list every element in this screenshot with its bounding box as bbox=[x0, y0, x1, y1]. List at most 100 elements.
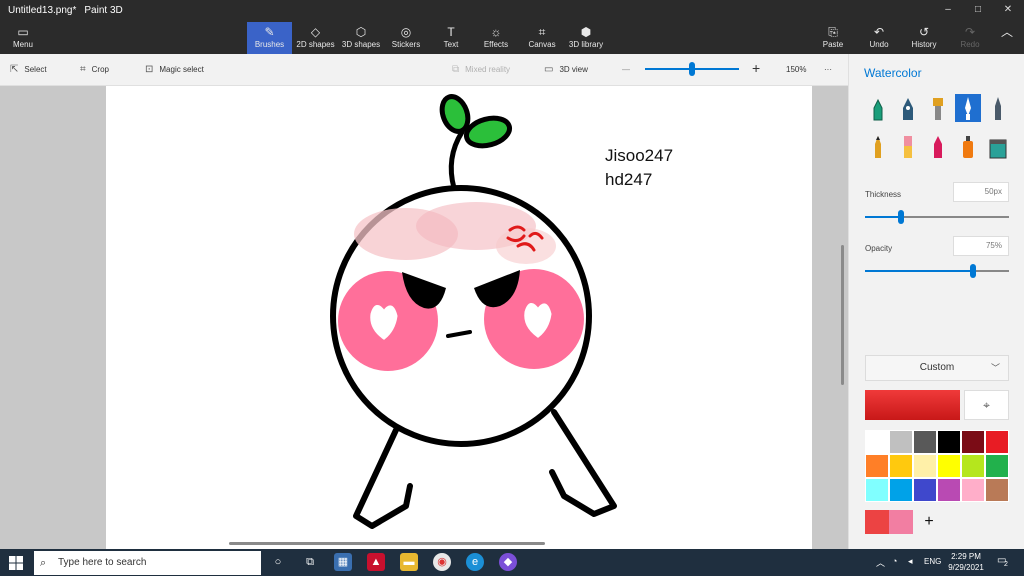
file-explorer-icon[interactable]: ▬ bbox=[400, 553, 418, 571]
more-options-button[interactable]: ··· bbox=[824, 64, 832, 76]
palette-swatch[interactable] bbox=[913, 430, 937, 454]
tab-text[interactable]: T Text bbox=[436, 22, 466, 54]
cortana-icon[interactable]: ○ bbox=[269, 553, 287, 571]
watercolor-tool[interactable] bbox=[955, 94, 981, 122]
minimize-button[interactable]: – bbox=[940, 3, 956, 17]
spray-can-tool[interactable] bbox=[955, 132, 981, 160]
pencil-tool[interactable] bbox=[985, 94, 1011, 122]
palette-swatch[interactable] bbox=[961, 478, 985, 502]
selected-color-swatch[interactable] bbox=[865, 390, 960, 420]
drawing-canvas[interactable] bbox=[106, 86, 812, 549]
crop-tool[interactable]: ⌗ Crop bbox=[80, 64, 109, 76]
app-name: Paint 3D bbox=[84, 5, 123, 16]
redo-button[interactable]: ↷ Redo bbox=[955, 22, 985, 54]
clock[interactable]: 2:29 PM 9/29/2021 bbox=[944, 551, 988, 573]
crayon-tool[interactable] bbox=[925, 132, 951, 160]
magic-select-tool[interactable]: ⊡ Magic select bbox=[145, 64, 204, 76]
undo-button[interactable]: ↶ Undo bbox=[864, 22, 894, 54]
opacity-slider-thumb[interactable] bbox=[970, 264, 976, 278]
opacity-label: Opacity bbox=[865, 244, 893, 253]
eraser-tool[interactable] bbox=[895, 132, 921, 160]
canvas-workspace bbox=[0, 86, 848, 549]
palette-swatch[interactable] bbox=[865, 478, 889, 502]
tab-stickers[interactable]: ◎ Stickers bbox=[387, 22, 425, 54]
cursor-icon: ⇱ bbox=[10, 64, 19, 75]
file-title: Untitled13.png* bbox=[8, 5, 77, 16]
chrome-icon[interactable]: ◉ bbox=[433, 553, 451, 571]
tab-2d-shapes[interactable]: ◇ 2D shapes bbox=[295, 22, 336, 54]
palette-swatch[interactable] bbox=[913, 478, 937, 502]
chevron-up-icon[interactable]: ︿ bbox=[876, 556, 885, 569]
ribbon: ▭ Menu ✎ Brushes ◇ 2D shapes ⬡ 3D shapes… bbox=[0, 22, 1024, 54]
taskbar-search-box[interactable]: ⌕ Type here to search bbox=[34, 551, 261, 575]
palette-swatch[interactable] bbox=[937, 430, 961, 454]
menu-button[interactable]: ▭ Menu bbox=[6, 22, 40, 54]
close-button[interactable]: ✕ bbox=[1000, 3, 1016, 17]
maximize-button[interactable]: □ bbox=[970, 3, 986, 17]
palette-swatch[interactable] bbox=[889, 430, 913, 454]
palette-swatch[interactable] bbox=[889, 478, 913, 502]
crop-icon: ⌗ bbox=[80, 64, 86, 75]
network-icon[interactable]: ◔ bbox=[892, 556, 897, 566]
palette-swatch[interactable] bbox=[961, 454, 985, 478]
fill-bucket-tool[interactable] bbox=[985, 132, 1011, 160]
paint-3d-icon[interactable]: ◆ bbox=[499, 553, 517, 571]
windows-start-icon[interactable] bbox=[8, 555, 24, 571]
tab-3d-shapes[interactable]: ⬡ 3D shapes bbox=[340, 22, 382, 54]
drawing-artwork bbox=[330, 94, 617, 529]
palette-swatch[interactable] bbox=[913, 454, 937, 478]
add-color-button[interactable]: + bbox=[917, 510, 941, 534]
tab-canvas[interactable]: ⌗ Canvas bbox=[526, 22, 558, 54]
canvas-icon: ⌗ bbox=[538, 25, 546, 39]
oil-brush-tool[interactable] bbox=[925, 94, 951, 122]
eyedropper-button[interactable]: ⌖ bbox=[964, 390, 1009, 420]
zoom-slider-thumb[interactable] bbox=[689, 62, 695, 76]
thickness-label: Thickness bbox=[865, 190, 902, 199]
palette-swatch[interactable] bbox=[889, 454, 913, 478]
volume-icon[interactable]: ◂ bbox=[908, 556, 913, 567]
palette-swatch[interactable] bbox=[937, 454, 961, 478]
vertical-scrollbar[interactable] bbox=[841, 245, 844, 385]
tab-brushes[interactable]: ✎ Brushes bbox=[247, 22, 292, 54]
edge-icon[interactable]: e bbox=[466, 553, 484, 571]
recent-color-swatch[interactable] bbox=[889, 510, 913, 534]
tab-3d-library[interactable]: ⬢ 3D library bbox=[566, 22, 606, 54]
app-icon[interactable]: ▲ bbox=[367, 553, 385, 571]
paste-button[interactable]: ⎘ Paste bbox=[818, 22, 848, 54]
mixed-reality-button[interactable]: ⧉ Mixed reality bbox=[452, 64, 510, 76]
chevron-up-icon: ︿ bbox=[1000, 25, 1013, 39]
language-indicator[interactable]: ENG bbox=[924, 557, 941, 566]
paste-icon: ⎘ bbox=[828, 25, 838, 39]
2d-shapes-icon: ◇ bbox=[310, 25, 321, 39]
zoom-out-button[interactable]: — bbox=[622, 64, 630, 76]
history-button[interactable]: ↺ History bbox=[908, 22, 940, 54]
calligraphy-pen-tool[interactable] bbox=[895, 94, 921, 122]
select-tool[interactable]: ⇱ Select bbox=[10, 64, 47, 76]
redo-icon: ↷ bbox=[964, 25, 976, 39]
marker-tool[interactable] bbox=[865, 94, 891, 122]
palette-swatch[interactable] bbox=[985, 430, 1009, 454]
palette-swatch[interactable] bbox=[937, 478, 961, 502]
thickness-slider-thumb[interactable] bbox=[898, 210, 904, 224]
palette-swatch[interactable] bbox=[961, 430, 985, 454]
opacity-input[interactable]: 75% bbox=[953, 236, 1009, 256]
palette-swatch[interactable] bbox=[865, 454, 889, 478]
collapse-ribbon-button[interactable]: ︿ bbox=[996, 22, 1018, 54]
signature-text: Jisoo247 hd247 bbox=[605, 146, 674, 189]
stickers-icon: ◎ bbox=[400, 25, 412, 39]
palette-swatch[interactable] bbox=[865, 430, 889, 454]
palette-swatch[interactable] bbox=[985, 454, 1009, 478]
3d-view-button[interactable]: ▭ 3D view bbox=[544, 64, 588, 76]
horizontal-scrollbar[interactable] bbox=[229, 542, 545, 545]
palette-swatch[interactable] bbox=[985, 478, 1009, 502]
tab-effects[interactable]: ☼ Effects bbox=[480, 22, 512, 54]
task-view-icon[interactable]: ⧉ bbox=[301, 553, 319, 571]
brush-icon: ✎ bbox=[264, 25, 275, 39]
felt-pen-tool[interactable] bbox=[865, 132, 891, 160]
recent-color-swatch[interactable] bbox=[865, 510, 889, 534]
thickness-input[interactable]: 50px bbox=[953, 182, 1009, 202]
color-mode-dropdown[interactable]: Custom ﹀ bbox=[865, 355, 1009, 381]
3d-library-icon: ⬢ bbox=[580, 25, 592, 39]
calculator-icon[interactable]: ▦ bbox=[334, 553, 352, 571]
zoom-in-button[interactable]: + bbox=[752, 61, 760, 75]
